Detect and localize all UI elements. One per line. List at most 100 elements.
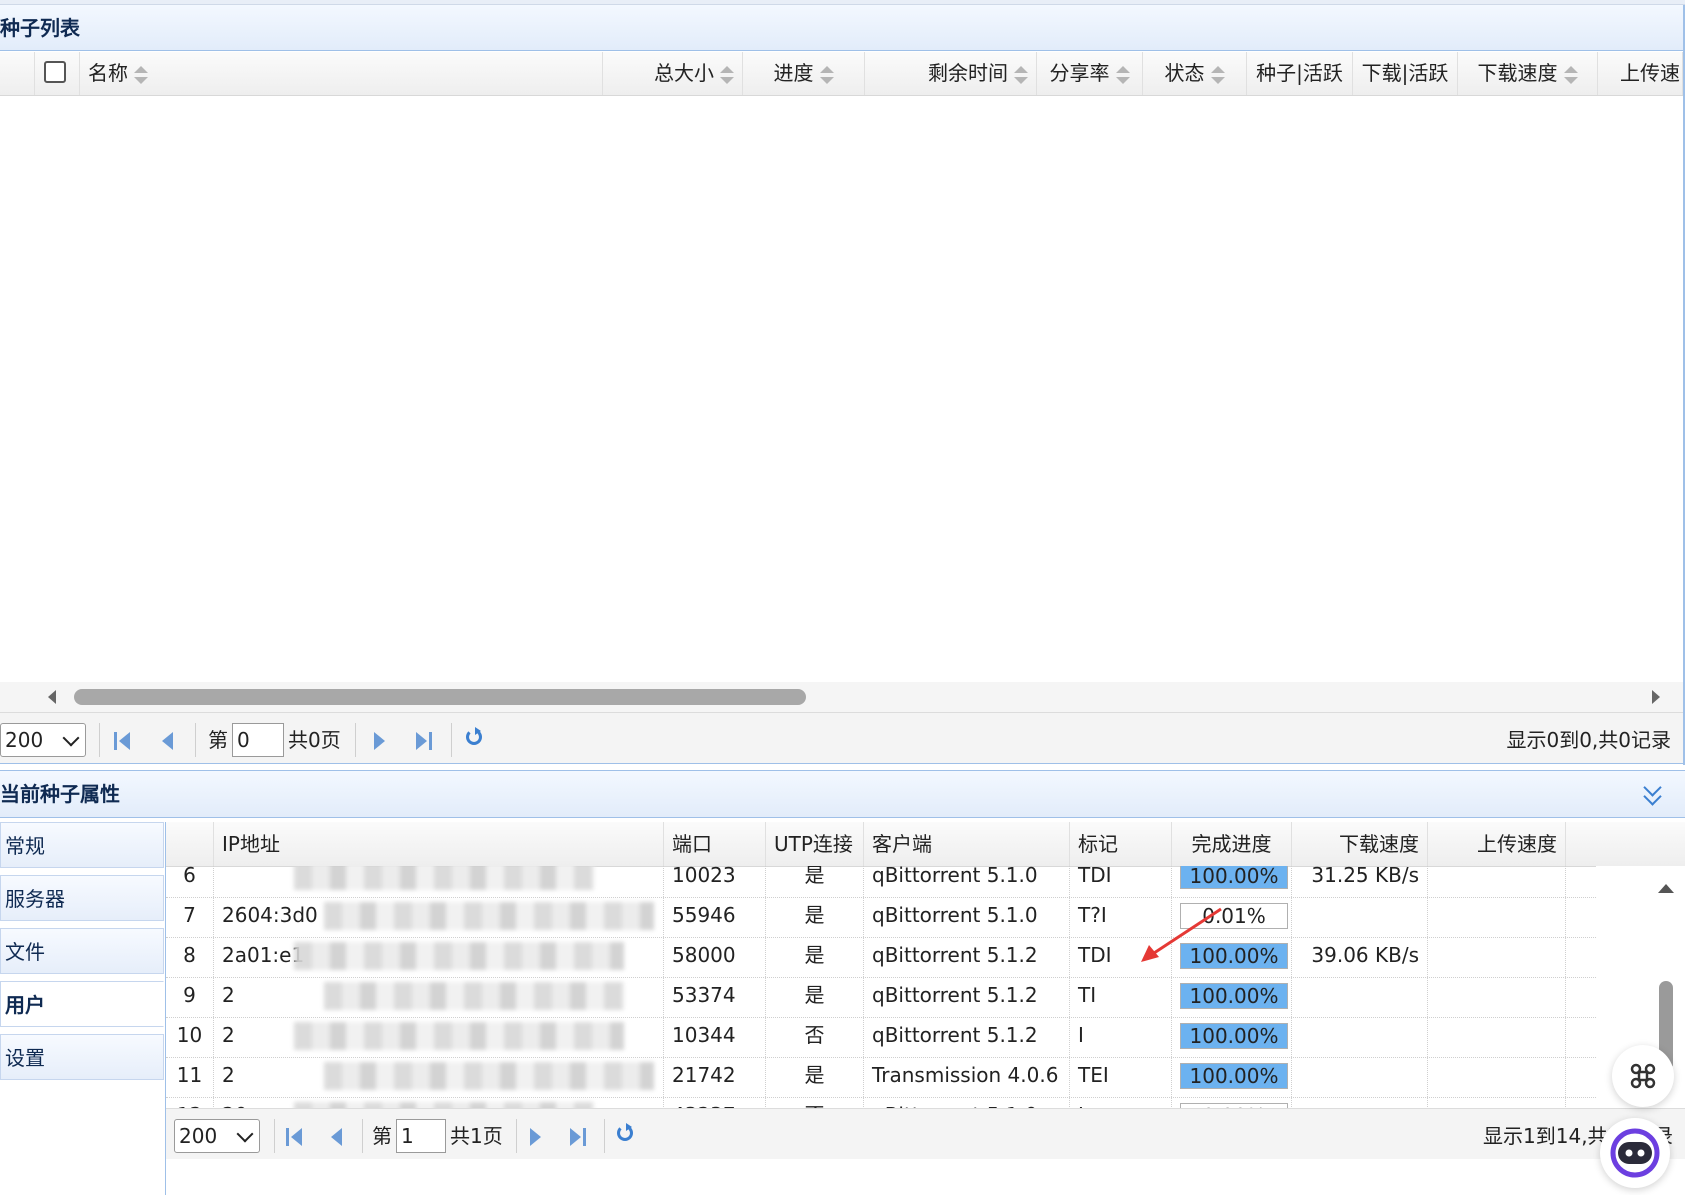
column-status[interactable]: 状态	[1143, 52, 1247, 95]
page-size-select[interactable]: 200	[0, 723, 86, 757]
scroll-up-icon[interactable]	[1658, 884, 1674, 893]
table-row[interactable]: 11 2 21742 是 Transmission 4.0.6 TEI 100.00%	[166, 1054, 1596, 1098]
select-all-checkbox[interactable]	[44, 61, 66, 83]
last-page-icon[interactable]	[570, 1126, 590, 1146]
peer-ip: 2	[214, 1054, 664, 1097]
refresh-icon[interactable]	[465, 727, 487, 749]
peer-download-speed	[1292, 894, 1428, 937]
column-downloads-active-label: 下载|活跃	[1361, 61, 1449, 85]
peer-utp: 是	[766, 974, 864, 1017]
sort-icon	[1115, 65, 1130, 85]
last-page-icon[interactable]	[416, 730, 436, 750]
column-peer-download-speed[interactable]: 下载速度	[1292, 822, 1428, 866]
column-downloads-active[interactable]: 下载|活跃	[1353, 52, 1458, 95]
column-flags[interactable]: 标记	[1070, 822, 1172, 866]
horizontal-scrollbar[interactable]	[0, 682, 1683, 712]
sort-icon	[720, 65, 734, 85]
scroll-right-icon[interactable]	[1652, 690, 1660, 704]
prev-page-icon[interactable]	[160, 730, 180, 750]
properties-title: 当前种子属性	[0, 770, 1685, 818]
column-seeds-active-label: 种子|活跃	[1256, 61, 1343, 85]
properties-tabs: 常规 服务器 文件 用户 设置	[0, 822, 166, 1195]
redaction-blur	[294, 942, 624, 970]
column-ip[interactable]: IP地址	[214, 822, 664, 866]
peer-upload-speed	[1428, 934, 1566, 977]
assistant-avatar-icon[interactable]	[1600, 1118, 1670, 1188]
tab-general[interactable]: 常规	[0, 822, 164, 868]
peer-ip: 2	[214, 1014, 664, 1057]
total-pages-label: 共0页	[288, 728, 341, 752]
page-number-input[interactable]: 0	[232, 723, 284, 757]
pager-separator	[274, 1119, 275, 1153]
peer-upload-speed	[1428, 974, 1566, 1017]
peer-client: qBittorrent 5.1.2	[864, 934, 1070, 977]
peer-ip: 2a01:e1	[214, 934, 664, 977]
page-number-input[interactable]: 1	[396, 1119, 446, 1153]
table-row[interactable]: 8 2a01:e1 58000 是 qBittorrent 5.1.2 TDI 100.00…	[166, 934, 1596, 978]
first-page-icon[interactable]	[114, 730, 134, 750]
refresh-icon[interactable]	[616, 1123, 638, 1145]
peer-port: 58000	[664, 934, 766, 977]
column-remaining-time[interactable]: 剩余时间	[865, 52, 1037, 95]
column-ratio[interactable]: 分享率	[1037, 52, 1143, 95]
redaction-blur	[324, 902, 654, 930]
peer-number: 7	[166, 894, 214, 937]
first-page-icon[interactable]	[286, 1126, 306, 1146]
prev-page-icon[interactable]	[329, 1126, 349, 1146]
peer-download-speed	[1292, 974, 1428, 1017]
page-size-select[interactable]: 200	[174, 1119, 260, 1153]
tab-peers[interactable]: 用户	[0, 981, 164, 1027]
peer-ip-text: 2	[222, 983, 235, 1007]
peer-client: Transmission 4.0.6	[864, 1054, 1070, 1097]
peer-upload-speed	[1428, 894, 1566, 937]
column-remaining-time-label: 剩余时间	[928, 61, 1008, 85]
column-total-size[interactable]: 总大小	[603, 52, 743, 95]
column-download-speed[interactable]: 下载速度	[1458, 52, 1598, 95]
peer-flags: TDI	[1070, 866, 1172, 897]
peer-download-speed	[1292, 1014, 1428, 1057]
table-row[interactable]: 9 2 53374 是 qBittorrent 5.1.2 TI 100.00%	[166, 974, 1596, 1018]
peer-port: 10344	[664, 1014, 766, 1057]
peers-column-header: IP地址 端口 UTP连接 客户端 标记 完成进度 下载速度 上传速度	[166, 822, 1685, 867]
column-progress[interactable]: 进度	[743, 52, 865, 95]
progress-bar: 100.00%	[1180, 1023, 1288, 1049]
column-upload-speed[interactable]: 上传速	[1598, 52, 1683, 95]
pager-separator	[516, 1119, 517, 1153]
column-download-speed-label: 下载速度	[1477, 61, 1558, 85]
column-completion[interactable]: 完成进度	[1172, 822, 1292, 866]
scroll-left-icon[interactable]	[48, 690, 56, 704]
column-client[interactable]: 客户端	[864, 822, 1070, 866]
column-port[interactable]: 端口	[664, 822, 766, 866]
column-utp[interactable]: UTP连接	[766, 822, 864, 866]
column-seeds-active[interactable]: 种子|活跃	[1247, 52, 1353, 95]
page-label: 第	[372, 1124, 392, 1148]
pager-separator	[362, 1119, 363, 1153]
peer-utp: 否	[766, 1014, 864, 1057]
collapse-icon[interactable]	[1643, 778, 1663, 806]
next-page-icon[interactable]	[372, 730, 392, 750]
table-row[interactable]: 7 2604:3d0 55946 是 qBittorrent 5.1.0 T?I 0.01%	[166, 894, 1596, 938]
peer-ip: 2	[214, 974, 664, 1017]
annotation-arrow-icon	[1141, 907, 1222, 962]
torrent-pager: 200 第 0 共0页 显示0到0,共0记录	[0, 712, 1683, 764]
page-label: 第	[208, 728, 228, 752]
column-name[interactable]: 名称	[80, 52, 603, 95]
command-icon[interactable]	[1612, 1045, 1674, 1107]
progress-bar: 100.00%	[1180, 866, 1288, 889]
column-upload-speed-label: 上传速	[1620, 61, 1680, 85]
peer-upload-speed	[1428, 866, 1566, 897]
redaction-blur	[324, 1062, 654, 1090]
tab-settings[interactable]: 设置	[0, 1034, 164, 1080]
column-peer-upload-speed[interactable]: 上传速度	[1428, 822, 1566, 866]
redaction-blur	[294, 1022, 624, 1050]
properties-title-text: 当前种子属性	[0, 782, 120, 806]
scrollbar-thumb[interactable]	[74, 689, 806, 705]
peer-download-speed: 31.25 KB/s	[1292, 866, 1428, 897]
tab-trackers[interactable]: 服务器	[0, 875, 164, 921]
next-page-icon[interactable]	[528, 1126, 548, 1146]
tab-files[interactable]: 文件	[0, 928, 164, 974]
peer-ip	[214, 866, 664, 897]
peer-client: qBittorrent 5.1.2	[864, 974, 1070, 1017]
table-row[interactable]: 10 2 10344 否 qBittorrent 5.1.2 I 100.00%	[166, 1014, 1596, 1058]
peer-port: 21742	[664, 1054, 766, 1097]
